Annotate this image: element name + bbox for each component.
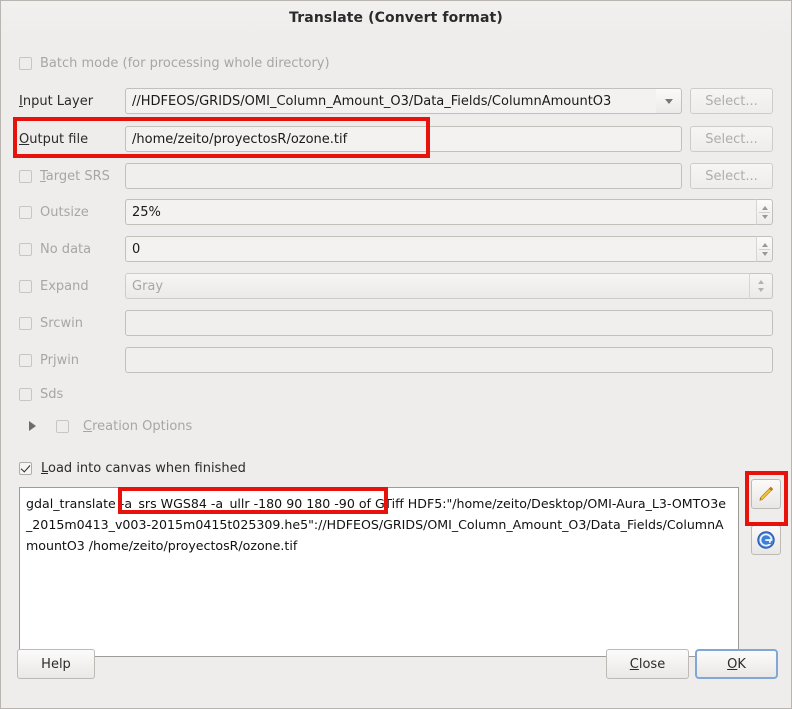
prjwin-label: Prjwin xyxy=(40,352,80,368)
dialog-body: Batch mode (for processing whole directo… xyxy=(1,35,791,708)
prjwin-input[interactable] xyxy=(125,347,773,373)
stepper-up-icon xyxy=(761,205,768,210)
creation-options-label: Creation Options xyxy=(83,418,193,434)
load-into-canvas-row: Load into canvas when finished xyxy=(19,458,773,478)
input-layer-label: Input Layer xyxy=(19,93,94,109)
help-button[interactable]: Help xyxy=(17,649,95,679)
load-into-canvas-checkbox[interactable] xyxy=(19,461,32,475)
batch-mode-checkbox[interactable] xyxy=(19,56,32,70)
srcwin-label-group: Srcwin xyxy=(19,316,125,331)
nodata-stepper[interactable] xyxy=(756,236,773,262)
command-highlighted-args: -a_srs WGS84 -a_ullr -180 90 180 -90 xyxy=(119,496,355,511)
chevron-down-icon xyxy=(664,98,673,104)
stepper-up-icon xyxy=(761,242,768,247)
sds-row: Sds xyxy=(19,384,773,404)
nodata-label: No data xyxy=(40,241,92,257)
expand-triangle-icon[interactable] xyxy=(29,421,43,431)
dialog-titlebar: Translate (Convert format) xyxy=(1,1,791,35)
prjwin-label-group: Prjwin xyxy=(19,353,125,368)
expand-combo-value[interactable]: Gray xyxy=(125,273,749,299)
nodata-input[interactable]: 0 xyxy=(125,236,756,262)
output-file-row: Output file /home/zeito/proyectosR/ozone… xyxy=(19,125,773,153)
batch-mode-row: Batch mode (for processing whole directo… xyxy=(19,53,773,73)
batch-mode-label: Batch mode (for processing whole directo… xyxy=(40,55,330,71)
nodata-label-group: No data xyxy=(19,242,125,257)
target-srs-checkbox[interactable] xyxy=(19,169,32,183)
creation-options-checkbox[interactable] xyxy=(56,419,69,433)
outsize-label-group: Outsize xyxy=(19,205,125,220)
gdal-info-button[interactable] xyxy=(751,525,781,555)
expand-dropdown-button[interactable] xyxy=(749,273,773,299)
srcwin-row: Srcwin xyxy=(19,309,773,337)
command-preview-textarea[interactable]: gdal_translate -a_srs WGS84 -a_ullr -180… xyxy=(19,487,739,657)
sds-checkbox[interactable] xyxy=(19,387,32,401)
close-button[interactable]: Close xyxy=(606,649,689,679)
srcwin-checkbox[interactable] xyxy=(19,316,32,330)
srcwin-label: Srcwin xyxy=(40,315,83,331)
ok-button[interactable]: OK xyxy=(695,649,778,679)
target-srs-input[interactable] xyxy=(125,163,682,189)
outsize-stepper[interactable] xyxy=(756,199,773,225)
translate-dialog: Translate (Convert format) Batch mode (f… xyxy=(0,0,792,709)
target-srs-label: Target SRS xyxy=(40,168,110,184)
target-srs-row: Target SRS Select... xyxy=(19,162,773,190)
input-layer-select-button[interactable]: Select... xyxy=(690,88,773,114)
creation-options-row: Creation Options xyxy=(19,416,773,436)
load-into-canvas-label: Load into canvas when finished xyxy=(41,460,246,476)
outsize-row: Outsize 25% xyxy=(19,198,773,226)
stepper-down-icon xyxy=(761,214,768,219)
nodata-row: No data 0 xyxy=(19,235,773,263)
target-srs-select-button[interactable]: Select... xyxy=(690,163,773,189)
output-file-select-button[interactable]: Select... xyxy=(690,126,773,152)
input-layer-combo-text[interactable]: //HDFEOS/GRIDS/OMI_Column_Amount_O3/Data… xyxy=(125,88,656,114)
dialog-title: Translate (Convert format) xyxy=(289,10,503,26)
gdal-globe-icon xyxy=(757,531,775,549)
expand-label-group: Expand xyxy=(19,279,125,294)
input-layer-dropdown-button[interactable] xyxy=(656,88,682,114)
chevron-up-icon xyxy=(758,280,764,284)
nodata-checkbox[interactable] xyxy=(19,242,32,256)
prjwin-row: Prjwin xyxy=(19,346,773,374)
chevron-down-icon xyxy=(758,288,764,292)
outsize-input[interactable]: 25% xyxy=(125,199,756,225)
output-file-input[interactable]: /home/zeito/proyectosR/ozone.tif xyxy=(125,126,682,152)
outsize-label: Outsize xyxy=(40,204,89,220)
stepper-down-icon xyxy=(761,251,768,256)
prjwin-checkbox[interactable] xyxy=(19,353,32,367)
outsize-checkbox[interactable] xyxy=(19,205,32,219)
target-srs-label-group: Target SRS xyxy=(19,169,125,184)
sds-label: Sds xyxy=(40,386,64,402)
srcwin-input[interactable] xyxy=(125,310,773,336)
pencil-icon xyxy=(759,486,774,501)
output-file-label: Output file xyxy=(19,131,89,147)
expand-row: Expand Gray xyxy=(19,272,773,300)
command-prefix: gdal_translate xyxy=(26,496,120,511)
stepper-divider xyxy=(759,211,770,213)
expand-checkbox[interactable] xyxy=(19,279,32,293)
stepper-divider xyxy=(759,248,770,250)
edit-command-button[interactable] xyxy=(751,479,781,509)
input-layer-row: Input Layer //HDFEOS/GRIDS/OMI_Column_Am… xyxy=(19,87,773,115)
expand-label: Expand xyxy=(40,278,89,294)
